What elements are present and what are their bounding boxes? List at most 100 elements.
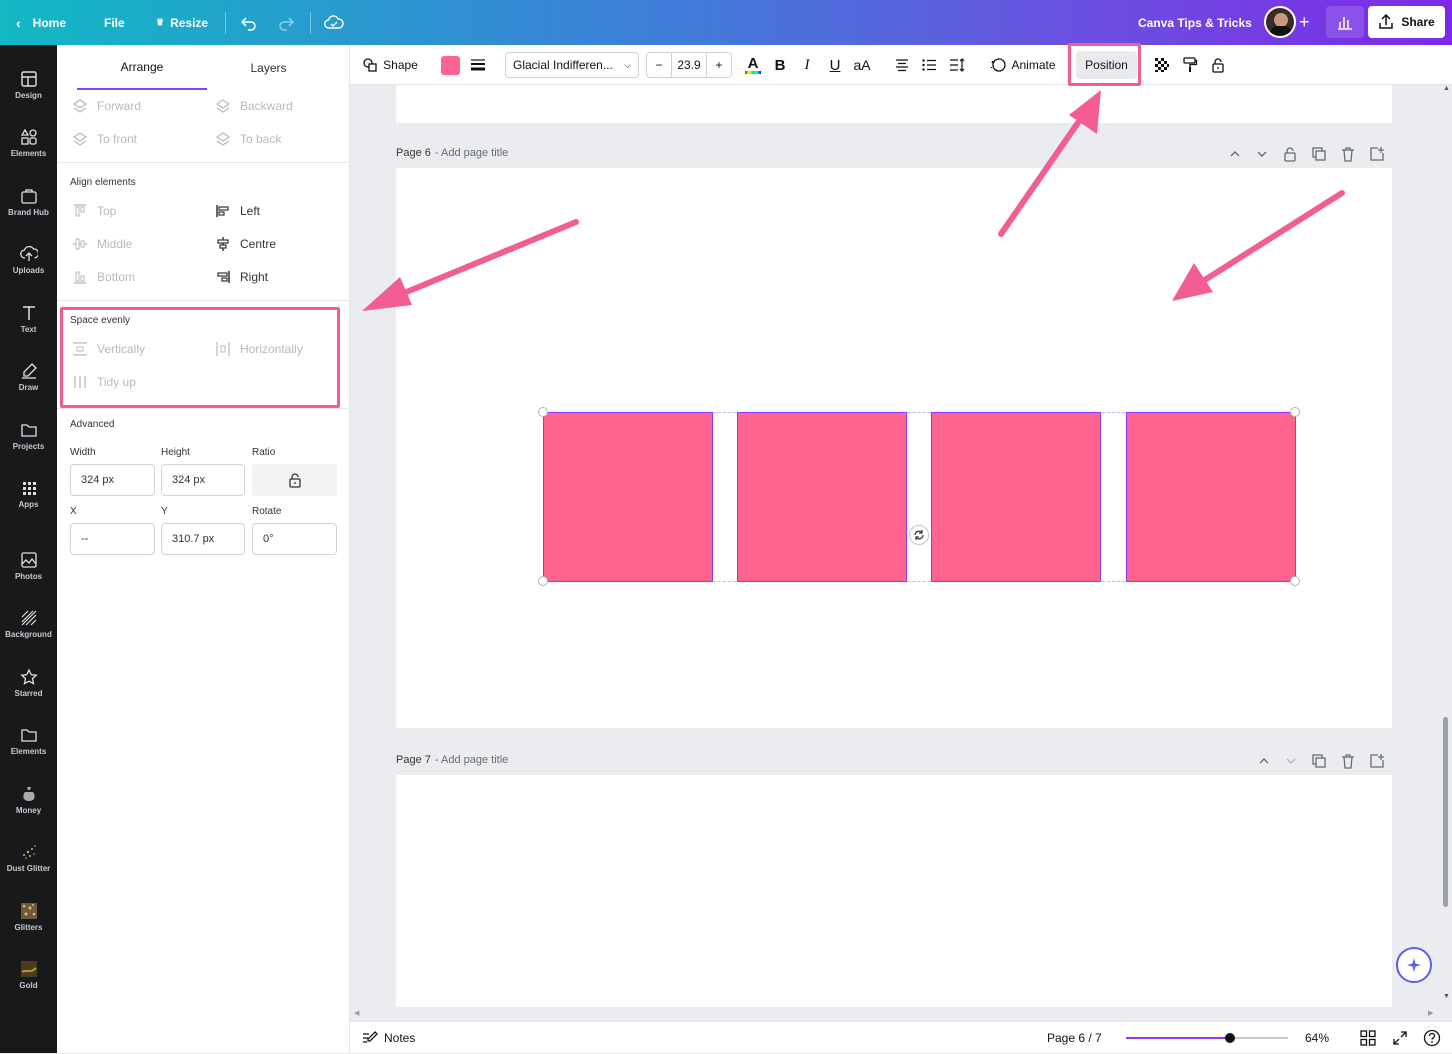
scroll-right-icon[interactable]: ▶ (1428, 1009, 1433, 1017)
nav-draw[interactable]: Draw (0, 352, 57, 402)
pink-square[interactable] (737, 412, 907, 582)
resize-handle[interactable] (1290, 576, 1300, 586)
list-button[interactable] (917, 45, 941, 85)
zoom-slider[interactable] (1126, 1033, 1288, 1043)
rotate-handle[interactable] (909, 525, 929, 545)
x-input[interactable]: -- (70, 523, 155, 555)
align-middle-button[interactable]: Middle (72, 236, 132, 252)
page-5-bottom[interactable] (396, 85, 1392, 123)
zoom-slider-thumb[interactable] (1225, 1033, 1235, 1043)
align-bottom-button[interactable]: Bottom (72, 269, 135, 285)
height-input[interactable]: 324 px (161, 464, 245, 496)
bold-button[interactable]: B (768, 45, 792, 85)
to-front-button[interactable]: To front (72, 131, 137, 147)
space-vertically-button[interactable]: Vertically (72, 341, 145, 357)
color-button[interactable] (437, 45, 463, 85)
increase-font-button[interactable]: + (707, 58, 731, 72)
trash-icon[interactable] (1340, 753, 1356, 769)
align-left-button[interactable]: Left (215, 203, 260, 219)
text-color-button[interactable]: A (740, 45, 766, 85)
nav-brand-hub[interactable]: Brand Hub (0, 177, 57, 227)
magic-assistant-button[interactable] (1396, 947, 1432, 983)
save-status-button[interactable] (324, 0, 344, 45)
duplicate-icon[interactable] (1311, 753, 1327, 769)
to-back-button[interactable]: To back (215, 131, 281, 147)
notes-button[interactable]: Notes (362, 1022, 415, 1054)
scroll-left-icon[interactable]: ◀ (354, 1009, 359, 1017)
nav-photos[interactable]: Photos (0, 541, 57, 591)
redo-button[interactable] (277, 0, 295, 45)
resize-handle[interactable] (538, 576, 548, 586)
space-horizontally-button[interactable]: Horizontally (215, 341, 303, 357)
transparency-button[interactable] (1150, 45, 1174, 85)
zoom-level[interactable]: 64% (1305, 1022, 1329, 1054)
align-centre-button[interactable]: Centre (215, 236, 276, 252)
insights-button[interactable] (1326, 6, 1364, 38)
scrollbar-thumb[interactable] (1443, 717, 1448, 907)
chevron-down-icon[interactable] (1284, 754, 1298, 768)
grid-view-button[interactable] (1360, 1030, 1376, 1049)
backward-button[interactable]: Backward (215, 98, 293, 114)
tab-layers[interactable]: Layers (207, 45, 330, 90)
position-button[interactable]: Position (1076, 51, 1137, 79)
font-size-stepper[interactable]: − 23.9 + (646, 52, 732, 78)
nav-text[interactable]: Text (0, 294, 57, 344)
pink-square[interactable] (543, 412, 713, 582)
border-style-button[interactable] (466, 45, 490, 85)
ratio-lock-button[interactable] (252, 464, 337, 496)
trash-icon[interactable] (1340, 146, 1356, 162)
shape-button[interactable]: Shape (360, 45, 420, 85)
font-size-input[interactable]: 23.9 (671, 53, 707, 77)
scroll-down-icon[interactable]: ▼ (1443, 993, 1450, 1000)
page-6[interactable] (396, 168, 1392, 728)
resize-button[interactable]: ♛ Resize (156, 0, 208, 45)
chevron-up-icon[interactable] (1257, 754, 1271, 768)
nav-design[interactable]: Design (0, 60, 57, 110)
duplicate-icon[interactable] (1311, 146, 1327, 162)
nav-money[interactable]: Money (0, 775, 57, 825)
nav-projects[interactable]: Projects (0, 411, 57, 461)
animate-button[interactable]: Animate (986, 45, 1060, 85)
team-name[interactable]: Canva Tips & Tricks (1138, 0, 1252, 45)
page-indicator[interactable]: Page 6 / 7 (1047, 1022, 1102, 1054)
resize-handle[interactable] (1290, 407, 1300, 417)
width-input[interactable]: 324 px (70, 464, 155, 496)
fullscreen-button[interactable] (1392, 1030, 1408, 1049)
nav-uploads[interactable]: Uploads (0, 235, 57, 285)
italic-button[interactable]: I (795, 45, 819, 85)
copy-style-button[interactable] (1178, 45, 1202, 85)
resize-handle[interactable] (538, 407, 548, 417)
tidy-up-button[interactable]: Tidy up (72, 374, 136, 390)
align-right-button[interactable]: Right (215, 269, 268, 285)
nav-elements-folder[interactable]: Elements (0, 716, 57, 766)
align-top-button[interactable]: Top (72, 203, 116, 219)
lock-icon[interactable] (1282, 146, 1298, 162)
horizontal-scrollbar[interactable]: ◀ ▶ (350, 1007, 1440, 1021)
y-input[interactable]: 310.7 px (161, 523, 245, 555)
nav-background[interactable]: Background (0, 599, 57, 649)
add-member-button[interactable]: + (1299, 0, 1310, 45)
file-menu[interactable]: File (104, 0, 125, 45)
scroll-up-icon[interactable]: ▲ (1443, 85, 1450, 92)
font-family-dropdown[interactable]: Glacial Indifferen... ⌵ (505, 52, 639, 78)
page-7-title[interactable]: - Add page title (435, 754, 508, 766)
spacing-button[interactable] (945, 45, 969, 85)
avatar[interactable] (1264, 6, 1296, 38)
page-6-title[interactable]: - Add page title (435, 147, 508, 159)
undo-button[interactable] (240, 0, 258, 45)
nav-dust-glitter[interactable]: Dust Glitter (0, 833, 57, 883)
underline-button[interactable]: U (823, 45, 847, 85)
vertical-scrollbar[interactable]: ▲ ▼ (1440, 85, 1452, 1007)
home-button[interactable]: ‹ Home (16, 0, 66, 45)
nav-starred[interactable]: Starred (0, 658, 57, 708)
page-7[interactable] (396, 775, 1392, 1007)
lock-button[interactable] (1206, 45, 1230, 85)
pink-square[interactable] (931, 412, 1101, 582)
pink-square[interactable] (1126, 412, 1296, 582)
forward-button[interactable]: Forward (72, 98, 141, 114)
share-button[interactable]: Share (1368, 6, 1445, 38)
nav-glitters[interactable]: Glitters (0, 892, 57, 942)
chevron-up-icon[interactable] (1228, 147, 1242, 161)
help-button[interactable] (1423, 1029, 1441, 1050)
nav-elements[interactable]: Elements (0, 118, 57, 168)
